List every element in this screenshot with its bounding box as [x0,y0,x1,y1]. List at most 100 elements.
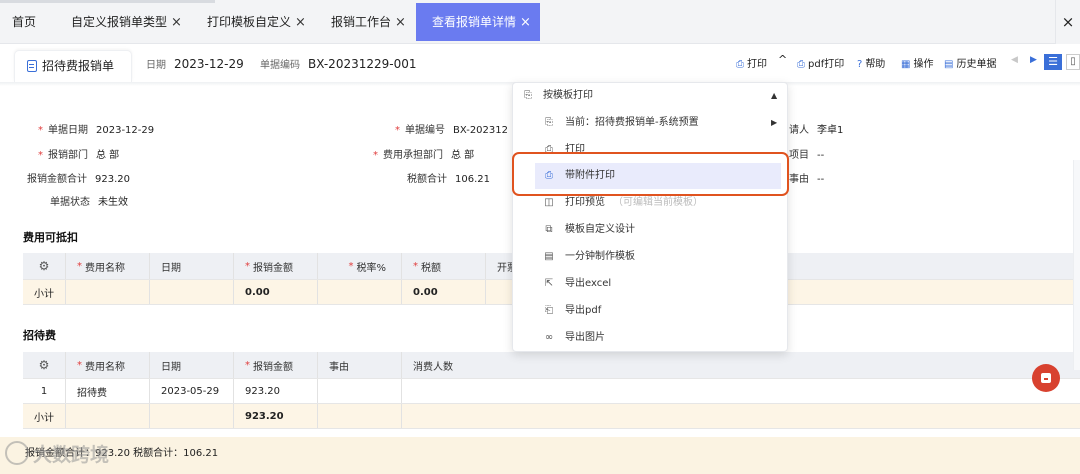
header-text: 费用名称 [85,262,125,274]
header-text: 日期 [161,262,181,274]
required-mark: * [413,260,418,272]
field-label: 报销金额合计 [27,174,87,185]
caret-up-icon: ▲ [771,91,778,100]
print-button[interactable]: ⎙ 打印 [736,55,767,70]
tab-close-icon[interactable]: × [395,15,406,30]
subtotal-label: 小计 [23,280,66,304]
empty-cell [150,280,234,304]
header-cell: 消费人数 [402,352,1080,378]
empty-cell [402,404,1080,428]
required-mark: * [395,125,400,136]
tab-close-icon[interactable]: × [171,15,182,30]
empty-cell [66,280,150,304]
header-date-value: 2023-12-29 [174,57,244,71]
template-icon: ⎘ [545,117,553,128]
tab-expense-detail[interactable]: 查看报销单详情 × [416,3,540,41]
cell-people [402,379,1080,403]
menu-item-export-image[interactable]: ∞ 导出图片 [513,325,789,351]
caret-right-icon: ▶ [771,118,778,127]
field-value: BX-202312 [453,125,508,136]
field-cost-dept: * 费用承担部门总 部 [373,146,474,161]
table-row[interactable]: 1 招待费 2023-05-29 923.20 [23,379,1080,404]
field-applicant: 请人 李卓1 [789,121,843,136]
list-view-button[interactable]: ☰ [1044,54,1062,70]
glasses-icon: ∞ [544,332,554,343]
pdf-print-button[interactable]: ⎙ pdf打印 [797,55,844,70]
column-settings-gear-icon[interactable]: ⚙ [23,253,66,279]
grid-view-button[interactable]: ▯ [1066,54,1080,70]
cell-date: 2023-05-29 [150,379,234,403]
close-all-tabs-icon[interactable]: × [1055,0,1080,44]
menu-item-template-design[interactable]: ⧉ 模板自定义设计 [513,217,789,243]
menu-label: 导出excel [565,278,612,289]
print-dropdown-menu: ⎘ 按模板打印 ▲ ⎘ 当前：招待费报销单-系统预置 ▶ ⎙ 打印 ⎙ 带附件打… [512,82,788,352]
copy-icon: ⧉ [545,224,553,235]
operations-button[interactable]: ▦ 操作 [901,55,933,70]
header-cell: 日期 [150,253,234,279]
header-text: 事由 [329,361,349,373]
menu-item-export-pdf[interactable]: ⎗ 导出pdf [513,298,789,324]
field-value: -- [817,174,825,185]
history-button[interactable]: ▤ 历史单据 [944,55,996,70]
pdf-print-label: pdf打印 [808,59,845,70]
chevron-up-icon[interactable]: ^ [778,53,787,66]
tab-custom-expense-type[interactable]: 自定义报销单类型 × [71,3,182,41]
field-value: 李卓1 [817,125,844,136]
help-button[interactable]: ? 帮助 [857,55,885,70]
side-panel-edge [1073,160,1080,370]
field-doc-no: * 单据编号 BX-202312 [395,121,508,136]
printer-icon: ⎙ [797,59,805,70]
field-label: 事由 [789,174,809,185]
subtotal-text: 小计 [34,288,54,300]
required-mark: * [245,359,250,371]
header-code: 单据编码 BX-20231229-001 [260,56,417,71]
subtotal-tax-text: 0.00 [413,286,438,298]
cell-amount: 923.20 [234,379,318,403]
field-label: 报销部门 [48,150,88,161]
header-cell: * 费用名称 [66,253,150,279]
menu-item-quick-template[interactable]: ▤ 一分钟制作模板 [513,244,789,270]
field-label: 单据状态 [50,197,90,208]
menu-hint: （可编辑当前模板） [613,197,703,208]
header-code-label: 单据编码 [260,60,300,71]
menu-item-current-template[interactable]: ⎘ 当前：招待费报销单-系统预置 ▶ [513,110,789,136]
header-cell: * 税率% [318,253,402,279]
required-mark: * [77,359,82,371]
required-mark: * [77,260,82,272]
required-mark: * [38,125,43,136]
header-text: 报销金额 [253,361,293,373]
field-amount-total: 报销金额合计 923.20 [27,170,130,185]
tab-expense-workbench[interactable]: 报销工作台 × [331,3,406,41]
prev-arrow-icon[interactable]: ◀ [1011,55,1018,65]
tab-label: 打印模板自定义 [207,15,292,29]
field-label: 请人 [789,125,809,136]
field-status: 单据状态 未生效 [50,193,128,208]
field-label: 单据日期 [48,125,88,136]
top-tab-bar: 首页 自定义报销单类型 × 打印模板自定义 × 报销工作台 × 查看报销单详情 × × [0,0,1080,44]
next-arrow-icon[interactable]: ▶ [1030,55,1037,65]
table-header-row: ⚙ * 费用名称 日期 * 报销金额 事由 消费人数 [23,352,1080,379]
empty-cell [66,404,150,428]
field-label: 项目 [789,150,809,161]
document-list-icon: ▤ [544,251,554,262]
header-cell: * 税额 [402,253,486,279]
printer-icon: ⎙ [736,59,744,70]
watermark-text: 大数跨境 [33,444,110,466]
subtotal-row: 小计 923.20 [23,404,1080,429]
menu-template-print-header[interactable]: ⎘ 按模板打印 ▲ [513,83,789,109]
tab-close-icon[interactable]: × [520,15,531,30]
cell-text: 2023-05-29 [161,385,220,397]
header-text: 税率% [356,262,386,274]
subtotal-amount-text: 923.20 [245,410,284,422]
menu-item-export-excel[interactable]: ⇱ 导出excel [513,271,789,297]
tab-home[interactable]: 首页 [12,3,36,41]
document-tab[interactable]: 招待费报销单 [14,50,132,82]
tab-print-template[interactable]: 打印模板自定义 × [207,3,306,41]
header-cell: * 报销金额 [234,352,318,378]
required-mark: * [245,260,250,272]
column-settings-gear-icon[interactable]: ⚙ [23,352,66,378]
tab-close-icon[interactable]: × [295,15,306,30]
floating-action-button[interactable] [1032,364,1060,392]
header-cell: 事由 [318,352,402,378]
pdf-icon: ⎗ [545,305,553,316]
